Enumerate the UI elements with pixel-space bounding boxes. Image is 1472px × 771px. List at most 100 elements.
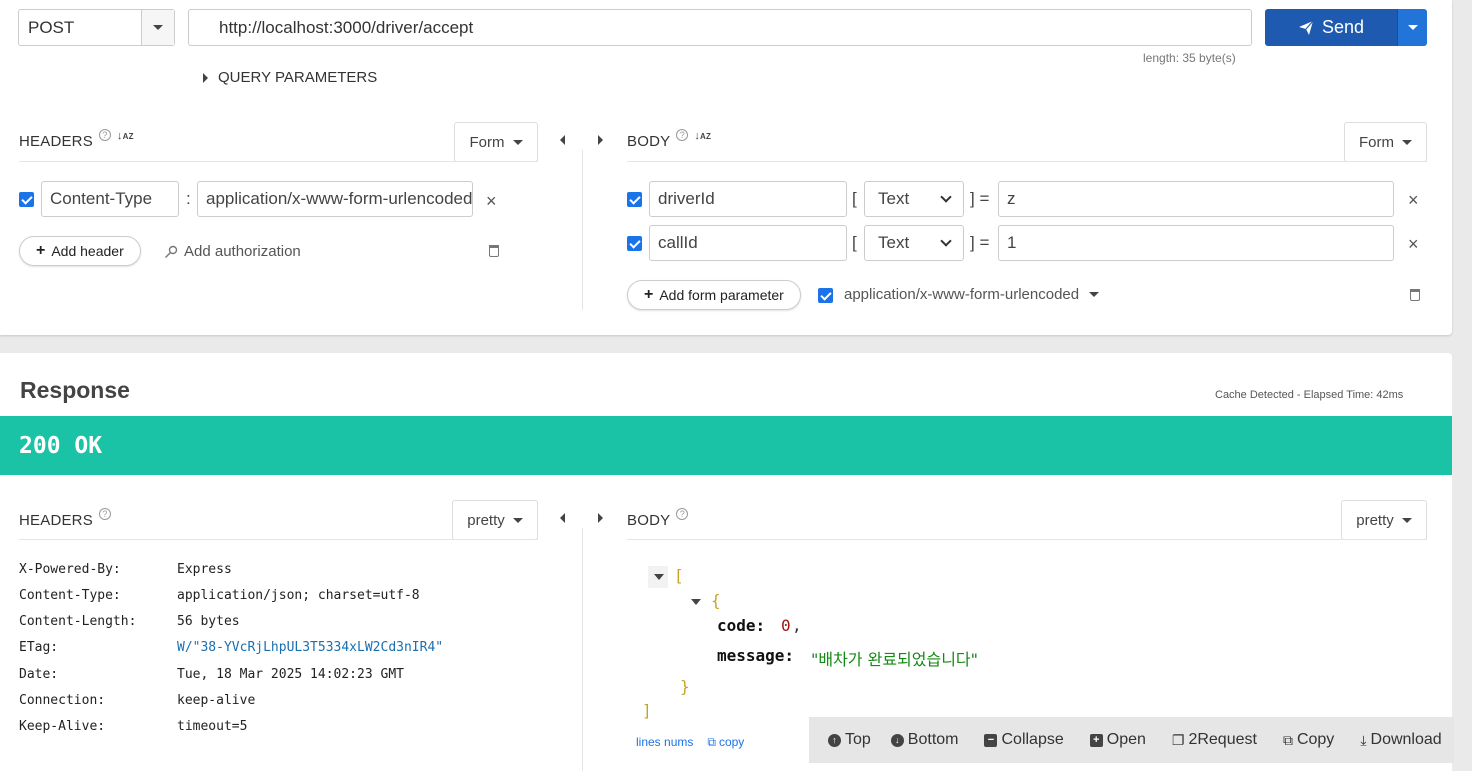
copy-link-label: copy: [718, 735, 745, 749]
send-button-group: Send: [1265, 9, 1427, 46]
method-dropdown-toggle[interactable]: [141, 10, 174, 45]
copy-label: Copy: [1296, 731, 1335, 748]
bracket-close-equals: ] =: [970, 233, 990, 252]
param-type-select[interactable]: Text: [864, 225, 964, 261]
help-icon[interactable]: ?: [676, 508, 689, 520]
method-select[interactable]: POST: [18, 9, 175, 46]
plus-icon: +: [36, 242, 46, 259]
response-panel: Response Cache Detected - Elapsed Time: …: [0, 353, 1452, 771]
json-close-object: }: [680, 677, 690, 696]
add-header-button[interactable]: + Add header: [19, 236, 141, 266]
bracket-close-equals: ] =: [970, 189, 990, 208]
headers-pretty-button[interactable]: pretty: [452, 500, 538, 540]
collapse-left-icon[interactable]: [560, 513, 565, 523]
param-enabled-checkbox[interactable]: [627, 236, 642, 251]
query-parameters-toggle[interactable]: QUERY PARAMETERS: [203, 69, 377, 86]
download-icon: ⤓: [1360, 731, 1367, 748]
copy-link[interactable]: ⧉ copy: [707, 735, 744, 750]
param-value-input[interactable]: z: [998, 181, 1394, 217]
minus-square-icon: −: [984, 733, 998, 747]
trash-icon[interactable]: [489, 245, 499, 257]
top-label: Top: [845, 731, 871, 748]
json-key-message: message:: [717, 646, 795, 665]
sort-az-icon[interactable]: ↓AZ: [117, 131, 134, 142]
bottom-label: Bottom: [907, 731, 959, 748]
response-body-title: BODY ?: [627, 508, 689, 529]
bracket-open: [: [852, 233, 857, 252]
body-form-mode-button[interactable]: Form: [1344, 122, 1427, 162]
bottom-button[interactable]: ↓ Bottom: [890, 731, 959, 749]
chevron-down-icon: [940, 191, 952, 203]
cache-note: Cache Detected - Elapsed Time: 42ms: [1215, 389, 1404, 401]
top-button[interactable]: ↑ Top: [828, 731, 871, 749]
help-icon[interactable]: ?: [98, 508, 111, 520]
remove-param-icon[interactable]: ×: [1408, 190, 1419, 211]
sort-az-icon[interactable]: ↓AZ: [694, 131, 711, 142]
response-body-title-text: BODY: [627, 512, 671, 529]
etag-link[interactable]: W/"38-YVcRjLhpUL3T5334xLW2Cd3nIR4": [177, 640, 443, 655]
collapse-label: Collapse: [1001, 731, 1064, 748]
json-open-object: {: [711, 591, 721, 610]
send-options-toggle[interactable]: [1397, 9, 1427, 46]
header-name-input[interactable]: Content-Type: [41, 181, 179, 217]
plus-icon: +: [644, 286, 654, 303]
remove-param-icon[interactable]: ×: [1408, 234, 1419, 255]
json-value-code: 0: [781, 616, 791, 635]
divider: [19, 161, 538, 162]
remove-header-icon[interactable]: ×: [486, 191, 497, 212]
to-request-button[interactable]: ❐ 2Request: [1172, 731, 1257, 749]
add-form-parameter-label: Add form parameter: [659, 287, 784, 303]
param-value-input[interactable]: 1: [998, 225, 1394, 261]
collapse-button[interactable]: − Collapse: [984, 731, 1064, 749]
response-header-row: Content-Type: application/json; charset=u…: [19, 588, 420, 603]
add-form-parameter-button[interactable]: + Add form parameter: [627, 280, 801, 310]
header-key: Date:: [19, 667, 59, 682]
collapse-right-icon[interactable]: [598, 513, 603, 523]
json-comma: ,: [792, 616, 802, 635]
help-icon[interactable]: ?: [98, 129, 111, 141]
content-type-dropdown[interactable]: application/x-www-form-urlencoded: [844, 286, 1100, 303]
url-input[interactable]: http://localhost:3000/driver/accept: [188, 9, 1252, 46]
response-header-row: X-Powered-By: Express: [19, 562, 232, 577]
caret-down-icon: [512, 517, 523, 523]
send-button[interactable]: Send: [1265, 9, 1397, 46]
status-bar: 200 OK: [0, 416, 1452, 475]
param-type-value: Text: [878, 233, 910, 252]
header-value: 56 bytes: [177, 614, 240, 629]
header-key: Keep-Alive:: [19, 719, 106, 734]
header-key: ETag:: [19, 640, 59, 655]
response-headers-title-text: HEADERS: [19, 512, 93, 529]
collapse-left-icon[interactable]: [560, 135, 565, 145]
open-label: Open: [1106, 731, 1146, 748]
header-value-input[interactable]: application/x-www-form-urlencoded: [197, 181, 473, 217]
json-open-array: [: [674, 566, 684, 585]
open-button[interactable]: + Open: [1089, 731, 1146, 749]
help-icon[interactable]: ?: [676, 129, 689, 141]
headers-form-mode-button[interactable]: Form: [454, 122, 538, 162]
param-type-select[interactable]: Text: [864, 181, 964, 217]
plus-square-icon: +: [1089, 733, 1103, 747]
column-divider: [582, 528, 583, 771]
content-type-checkbox[interactable]: [818, 288, 833, 303]
pretty-label: pretty: [467, 511, 505, 529]
arrow-down-icon: ↓: [890, 733, 904, 747]
add-authorization-link[interactable]: Add authorization: [164, 243, 301, 260]
collapse-array-icon[interactable]: [654, 574, 664, 580]
param-enabled-checkbox[interactable]: [627, 192, 642, 207]
collapse-object-icon[interactable]: [691, 599, 701, 605]
headers-form-label: Form: [469, 133, 505, 151]
json-close-array: ]: [642, 701, 652, 720]
param-name-input[interactable]: callId: [649, 225, 847, 261]
param-name-input[interactable]: driverId: [649, 181, 847, 217]
body-pretty-button[interactable]: pretty: [1341, 500, 1427, 540]
header-enabled-checkbox[interactable]: [19, 192, 34, 207]
header-key: Connection:: [19, 693, 106, 708]
collapse-right-icon[interactable]: [598, 135, 603, 145]
trash-icon[interactable]: [1410, 289, 1420, 301]
body-footer-links: lines nums ⧉ copy: [636, 735, 744, 750]
copy-button[interactable]: ⧉ Copy: [1283, 731, 1334, 749]
lines-nums-link[interactable]: lines nums: [636, 735, 693, 750]
download-button[interactable]: ⤓ Download: [1360, 731, 1441, 749]
column-divider: [582, 150, 583, 310]
header-key: X-Powered-By:: [19, 562, 121, 577]
